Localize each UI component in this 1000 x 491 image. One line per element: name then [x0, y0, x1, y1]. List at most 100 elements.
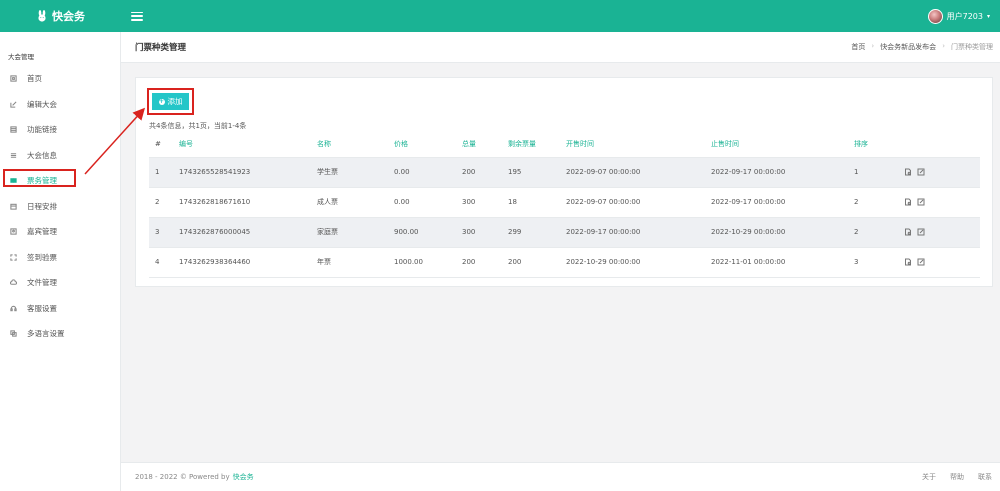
document-detail-icon[interactable] [904, 228, 912, 236]
sidebar-item-label: 大会信息 [27, 150, 57, 160]
sidebar-item-label: 编辑大会 [27, 99, 57, 109]
table-row: 4 1743262938364460 年票 1000.00 200 200 20… [149, 247, 980, 278]
cell-price: 0.00 [394, 157, 462, 188]
footer-link-contact[interactable]: 联系 [978, 472, 992, 482]
sidebar-item-label: 日程安排 [27, 201, 57, 211]
cloud-icon [9, 279, 17, 287]
edit-icon[interactable] [917, 258, 925, 266]
home-icon [9, 75, 17, 83]
user-menu[interactable]: 用户7203 ▾ [927, 8, 990, 24]
cell-index: 2 [149, 187, 179, 218]
app-logo[interactable]: 快会务 [0, 8, 121, 24]
column-header-actions [904, 131, 980, 158]
cell-total: 300 [462, 217, 508, 248]
chevron-down-icon: ▾ [986, 12, 990, 20]
sidebar-item-label: 首页 [27, 74, 42, 84]
edit-icon[interactable] [917, 198, 925, 206]
cell-price: 0.00 [394, 187, 462, 218]
cell-index: 4 [149, 247, 179, 278]
cell-sort: 3 [854, 247, 904, 278]
cell-remaining: 18 [508, 187, 566, 218]
breadcrumb-home[interactable]: 首页 [851, 42, 865, 52]
sidebar-item-conference-info[interactable]: 大会信息 [0, 143, 120, 169]
column-header[interactable]: 止售时间 [711, 131, 854, 158]
cell-sale-end: 2022-10-29 00:00:00 [711, 217, 854, 248]
add-button[interactable]: + 添加 [152, 93, 189, 110]
id-card-icon [9, 228, 17, 236]
sidebar-item-label: 多语言设置 [27, 329, 65, 339]
breadcrumb-separator-icon: › [871, 42, 875, 50]
document-detail-icon[interactable] [904, 258, 912, 266]
sidebar-item-label: 客服设置 [27, 303, 57, 313]
cell-remaining: 299 [508, 217, 566, 248]
footer-links: 关于 帮助 联系 [922, 472, 992, 482]
cell-code: 1743262818671610 [179, 187, 317, 218]
footer-copyright: 2018 - 2022 © Powered by [135, 473, 230, 481]
cell-name: 学生票 [317, 157, 394, 188]
cell-name: 年票 [317, 247, 394, 278]
column-header: # [149, 131, 179, 158]
column-header[interactable]: 开售时间 [566, 131, 711, 158]
list-icon [9, 151, 17, 159]
sidebar-item-function-links[interactable]: 功能链接 [0, 117, 120, 143]
sidebar-item-schedule[interactable]: 日程安排 [0, 194, 120, 220]
cell-index: 3 [149, 217, 179, 248]
column-header[interactable]: 价格 [394, 131, 462, 158]
sidebar-item-checkin[interactable]: 签到验票 [0, 245, 120, 271]
document-detail-icon[interactable] [904, 198, 912, 206]
sidebar-item-customer-service[interactable]: 客服设置 [0, 296, 120, 322]
sidebar-item-edit-conference[interactable]: 编辑大会 [0, 92, 120, 118]
table-row: 3 1743262876000045 家庭票 900.00 300 299 20… [149, 217, 980, 248]
annotation-highlight-add: + 添加 [147, 88, 194, 115]
document-detail-icon[interactable] [904, 168, 912, 176]
edit-icon[interactable] [917, 168, 925, 176]
sidebar-item-label: 嘉宾管理 [27, 227, 57, 237]
rabbit-icon [38, 10, 46, 22]
cell-actions [904, 157, 980, 188]
sidebar-item-home[interactable]: 首页 [0, 66, 120, 92]
column-header[interactable]: 剩余票量 [508, 131, 566, 158]
cell-sort: 2 [854, 217, 904, 248]
cell-sale-end: 2022-11-01 00:00:00 [711, 247, 854, 278]
top-navbar: 快会务 用户7203 ▾ [0, 0, 1000, 32]
sidebar-item-files[interactable]: 文件管理 [0, 270, 120, 296]
app-name: 快会务 [52, 10, 85, 23]
cell-price: 900.00 [394, 217, 462, 248]
ticket-types-table: # 编号 名称 价格 总量 剩余票量 开售时间 止售时间 排序 1 174326… [149, 131, 980, 278]
sidebar-item-languages[interactable]: 多语言设置 [0, 321, 120, 347]
cell-actions [904, 217, 980, 248]
cell-total: 300 [462, 187, 508, 218]
sidebar: 大会管理 首页 编辑大会 功能链接 大会信息 票务管理 日程安排 嘉宾管理 签到… [0, 32, 121, 491]
cell-sort: 1 [854, 157, 904, 188]
cell-index: 1 [149, 157, 179, 188]
sidebar-item-guests[interactable]: 嘉宾管理 [0, 219, 120, 245]
footer: 2018 - 2022 © Powered by 快会务 关于 帮助 联系 [121, 462, 1000, 491]
breadcrumb-conference[interactable]: 快会务新品发布会 [880, 42, 936, 52]
avatar [927, 8, 943, 24]
column-header[interactable]: 编号 [179, 131, 317, 158]
footer-link-help[interactable]: 帮助 [950, 472, 964, 482]
cell-name: 家庭票 [317, 217, 394, 248]
menu-toggle-icon[interactable] [131, 11, 143, 21]
sidebar-section-title: 大会管理 [8, 53, 34, 61]
edit-icon [9, 100, 17, 108]
table-row: 1 1743265528541923 学生票 0.00 200 195 2022… [149, 157, 980, 188]
column-header[interactable]: 排序 [854, 131, 904, 158]
cell-code: 1743265528541923 [179, 157, 317, 188]
qr-scan-icon [9, 253, 17, 261]
breadcrumb-current: 门票种类管理 [951, 43, 993, 51]
page-header: 门票种类管理 首页 › 快会务新品发布会 › 门票种类管理 [121, 32, 1000, 63]
cell-name: 成人票 [317, 187, 394, 218]
edit-icon[interactable] [917, 228, 925, 236]
table-row: 2 1743262818671610 成人票 0.00 300 18 2022-… [149, 187, 980, 218]
sidebar-item-label: 文件管理 [27, 278, 57, 288]
footer-brand-link[interactable]: 快会务 [233, 472, 254, 482]
footer-link-about[interactable]: 关于 [922, 472, 936, 482]
page-title: 门票种类管理 [135, 43, 187, 53]
cell-actions [904, 187, 980, 218]
plus-circle-icon: + [158, 97, 165, 105]
column-header[interactable]: 总量 [462, 131, 508, 158]
cell-total: 200 [462, 157, 508, 188]
sidebar-item-label: 功能链接 [27, 125, 57, 135]
column-header[interactable]: 名称 [317, 131, 394, 158]
